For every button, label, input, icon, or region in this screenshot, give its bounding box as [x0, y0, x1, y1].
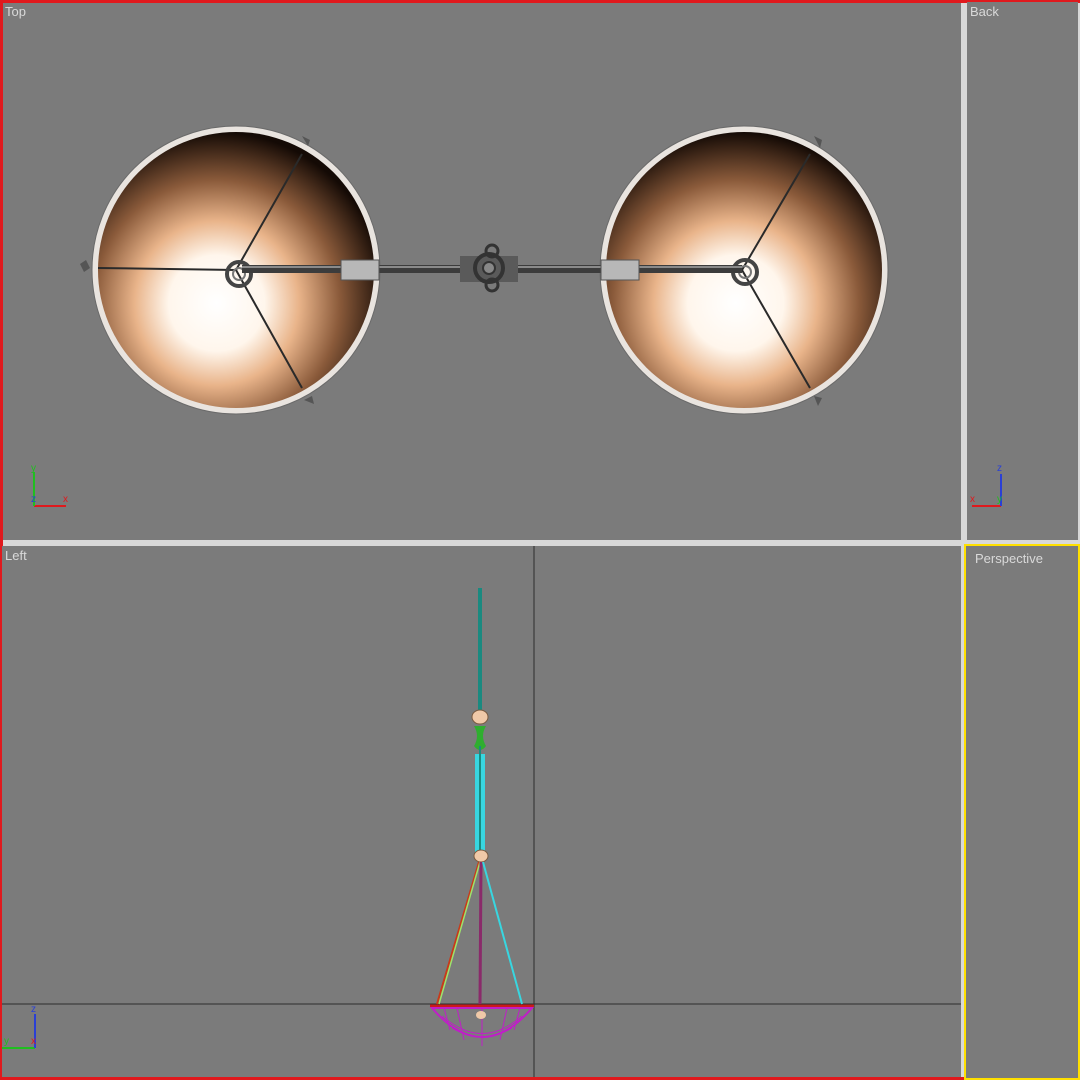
- top-view-scene: y x z: [31, 125, 889, 507]
- axis-label-x: x: [970, 494, 975, 505]
- viewport-layout: Top y x z Back z x y Left z y x Perspect…: [0, 0, 1080, 1080]
- axis-gizmo-top: y x z: [31, 463, 68, 507]
- axis-label-x: x: [63, 494, 68, 505]
- viewport-label-perspective[interactable]: Perspective: [975, 551, 1043, 566]
- left-view-scene: z y x: [2, 546, 961, 1078]
- axis-label-x: x: [31, 1036, 36, 1047]
- viewport-back[interactable]: Back z x y: [967, 2, 1078, 540]
- hanging-pan-assembly: [429, 588, 535, 1046]
- viewport-perspective[interactable]: Perspective: [964, 544, 1080, 1080]
- axis-label-y: y: [997, 494, 1002, 505]
- back-view-scene: z x y: [970, 463, 1002, 507]
- axis-label-z: z: [31, 494, 36, 505]
- axis-gizmo-left: z y x: [2, 1004, 36, 1049]
- axis-label-z: z: [997, 463, 1002, 474]
- axis-label-z: z: [31, 1004, 36, 1015]
- viewport-left[interactable]: Left z y x: [2, 546, 961, 1078]
- axis-label-y: y: [4, 1036, 9, 1047]
- viewport-top[interactable]: Top y x z: [2, 2, 961, 540]
- axis-gizmo-back: z x y: [970, 463, 1002, 507]
- active-viewport-border: [0, 0, 1080, 3]
- axis-label-y: y: [31, 463, 36, 474]
